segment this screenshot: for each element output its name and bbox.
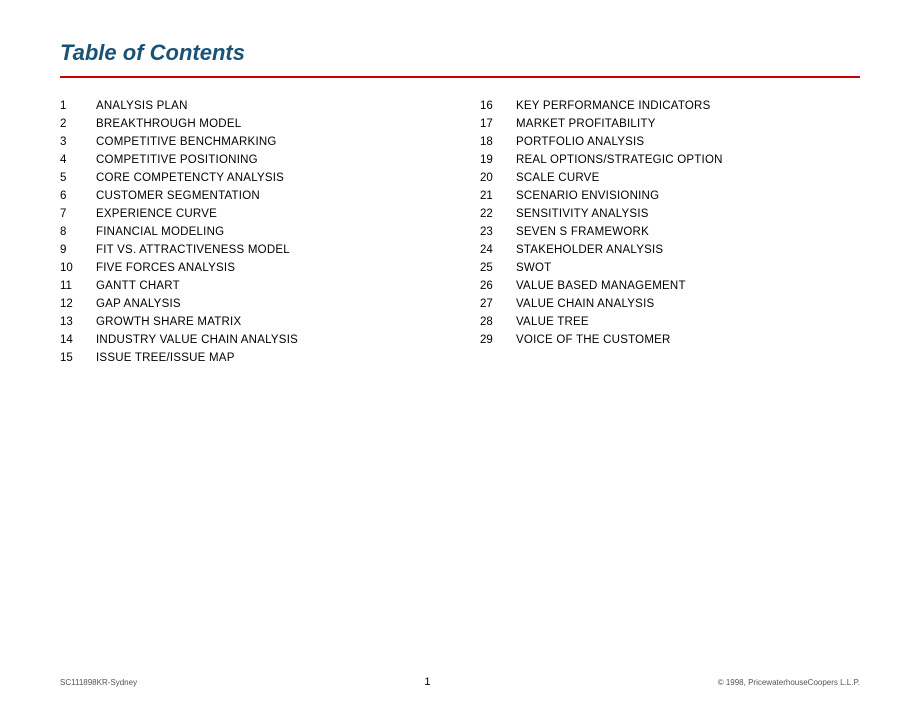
toc-number: 4 bbox=[60, 154, 96, 166]
toc-label: EXPERIENCE CURVE bbox=[96, 208, 217, 220]
page: Table of Contents 1ANALYSIS PLAN2BREAKTH… bbox=[0, 0, 920, 706]
toc-label: BREAKTHROUGH MODEL bbox=[96, 118, 241, 130]
toc-label: GANTT CHART bbox=[96, 280, 180, 292]
toc-label: MARKET PROFITABILITY bbox=[516, 118, 656, 130]
toc-label: FIT VS. ATTRACTIVENESS MODEL bbox=[96, 244, 290, 256]
footer-right: © 1998, PricewaterhouseCoopers L.L.P. bbox=[718, 678, 860, 687]
list-item: 9FIT VS. ATTRACTIVENESS MODEL bbox=[60, 244, 440, 256]
list-item: 7EXPERIENCE CURVE bbox=[60, 208, 440, 220]
divider bbox=[60, 76, 860, 78]
toc-label: GAP ANALYSIS bbox=[96, 298, 181, 310]
footer: SC111898KR-Sydney 1 © 1998, Pricewaterho… bbox=[0, 676, 920, 688]
list-item: 16KEY PERFORMANCE INDICATORS bbox=[480, 100, 860, 112]
list-item: 5CORE COMPETENCTY ANALYSIS bbox=[60, 172, 440, 184]
list-item: 2BREAKTHROUGH MODEL bbox=[60, 118, 440, 130]
toc-number: 3 bbox=[60, 136, 96, 148]
footer-left: SC111898KR-Sydney bbox=[60, 678, 137, 687]
toc-label: VALUE TREE bbox=[516, 316, 589, 328]
toc-number: 11 bbox=[60, 280, 96, 292]
toc-number: 2 bbox=[60, 118, 96, 130]
toc-label: STAKEHOLDER ANALYSIS bbox=[516, 244, 663, 256]
toc-number: 22 bbox=[480, 208, 516, 220]
list-item: 15ISSUE TREE/ISSUE MAP bbox=[60, 352, 440, 364]
toc-label: REAL OPTIONS/STRATEGIC OPTION bbox=[516, 154, 723, 166]
toc-number: 15 bbox=[60, 352, 96, 364]
toc-right-column: 16KEY PERFORMANCE INDICATORS17MARKET PRO… bbox=[480, 100, 860, 370]
list-item: 14INDUSTRY VALUE CHAIN ANALYSIS bbox=[60, 334, 440, 346]
list-item: 12GAP ANALYSIS bbox=[60, 298, 440, 310]
toc-label: SCENARIO ENVISIONING bbox=[516, 190, 659, 202]
toc-label: ANALYSIS PLAN bbox=[96, 100, 188, 112]
toc-left-column: 1ANALYSIS PLAN2BREAKTHROUGH MODEL3COMPET… bbox=[60, 100, 440, 370]
toc-label: GROWTH SHARE MATRIX bbox=[96, 316, 241, 328]
toc-number: 8 bbox=[60, 226, 96, 238]
toc-number: 24 bbox=[480, 244, 516, 256]
list-item: 23SEVEN S FRAMEWORK bbox=[480, 226, 860, 238]
list-item: 25SWOT bbox=[480, 262, 860, 274]
toc-number: 21 bbox=[480, 190, 516, 202]
toc-number: 27 bbox=[480, 298, 516, 310]
list-item: 22SENSITIVITY ANALYSIS bbox=[480, 208, 860, 220]
toc-label: VALUE BASED MANAGEMENT bbox=[516, 280, 686, 292]
toc-number: 7 bbox=[60, 208, 96, 220]
footer-page-number: 1 bbox=[424, 676, 430, 688]
toc-label: SEVEN S FRAMEWORK bbox=[516, 226, 649, 238]
toc-number: 16 bbox=[480, 100, 516, 112]
toc-label: FINANCIAL MODELING bbox=[96, 226, 224, 238]
toc-number: 10 bbox=[60, 262, 96, 274]
toc-number: 18 bbox=[480, 136, 516, 148]
list-item: 17MARKET PROFITABILITY bbox=[480, 118, 860, 130]
list-item: 3COMPETITIVE BENCHMARKING bbox=[60, 136, 440, 148]
toc-label: KEY PERFORMANCE INDICATORS bbox=[516, 100, 710, 112]
toc-label: CORE COMPETENCTY ANALYSIS bbox=[96, 172, 284, 184]
list-item: 13GROWTH SHARE MATRIX bbox=[60, 316, 440, 328]
toc-number: 25 bbox=[480, 262, 516, 274]
toc-label: FIVE FORCES ANALYSIS bbox=[96, 262, 235, 274]
toc-label: VOICE OF THE CUSTOMER bbox=[516, 334, 671, 346]
toc-label: CUSTOMER SEGMENTATION bbox=[96, 190, 260, 202]
toc-label: SENSITIVITY ANALYSIS bbox=[516, 208, 649, 220]
list-item: 4COMPETITIVE POSITIONING bbox=[60, 154, 440, 166]
list-item: 8FINANCIAL MODELING bbox=[60, 226, 440, 238]
toc-label: VALUE CHAIN ANALYSIS bbox=[516, 298, 654, 310]
toc-number: 29 bbox=[480, 334, 516, 346]
list-item: 28VALUE TREE bbox=[480, 316, 860, 328]
list-item: 10FIVE FORCES ANALYSIS bbox=[60, 262, 440, 274]
list-item: 19REAL OPTIONS/STRATEGIC OPTION bbox=[480, 154, 860, 166]
toc-number: 23 bbox=[480, 226, 516, 238]
toc-number: 5 bbox=[60, 172, 96, 184]
list-item: 6CUSTOMER SEGMENTATION bbox=[60, 190, 440, 202]
toc-label: PORTFOLIO ANALYSIS bbox=[516, 136, 644, 148]
toc-number: 12 bbox=[60, 298, 96, 310]
list-item: 21SCENARIO ENVISIONING bbox=[480, 190, 860, 202]
list-item: 29VOICE OF THE CUSTOMER bbox=[480, 334, 860, 346]
list-item: 1ANALYSIS PLAN bbox=[60, 100, 440, 112]
toc-number: 20 bbox=[480, 172, 516, 184]
toc-number: 17 bbox=[480, 118, 516, 130]
list-item: 27VALUE CHAIN ANALYSIS bbox=[480, 298, 860, 310]
toc-label: INDUSTRY VALUE CHAIN ANALYSIS bbox=[96, 334, 298, 346]
list-item: 24STAKEHOLDER ANALYSIS bbox=[480, 244, 860, 256]
toc-number: 6 bbox=[60, 190, 96, 202]
toc-label: COMPETITIVE POSITIONING bbox=[96, 154, 258, 166]
toc-number: 9 bbox=[60, 244, 96, 256]
toc-label: SWOT bbox=[516, 262, 551, 274]
toc-label: ISSUE TREE/ISSUE MAP bbox=[96, 352, 235, 364]
toc-label: COMPETITIVE BENCHMARKING bbox=[96, 136, 277, 148]
toc-number: 28 bbox=[480, 316, 516, 328]
toc-number: 1 bbox=[60, 100, 96, 112]
toc-number: 26 bbox=[480, 280, 516, 292]
toc-number: 13 bbox=[60, 316, 96, 328]
list-item: 18PORTFOLIO ANALYSIS bbox=[480, 136, 860, 148]
list-item: 26VALUE BASED MANAGEMENT bbox=[480, 280, 860, 292]
list-item: 11GANTT CHART bbox=[60, 280, 440, 292]
toc-table: 1ANALYSIS PLAN2BREAKTHROUGH MODEL3COMPET… bbox=[60, 100, 860, 370]
toc-number: 14 bbox=[60, 334, 96, 346]
toc-label: SCALE CURVE bbox=[516, 172, 600, 184]
toc-number: 19 bbox=[480, 154, 516, 166]
list-item: 20SCALE CURVE bbox=[480, 172, 860, 184]
page-title: Table of Contents bbox=[60, 40, 860, 66]
